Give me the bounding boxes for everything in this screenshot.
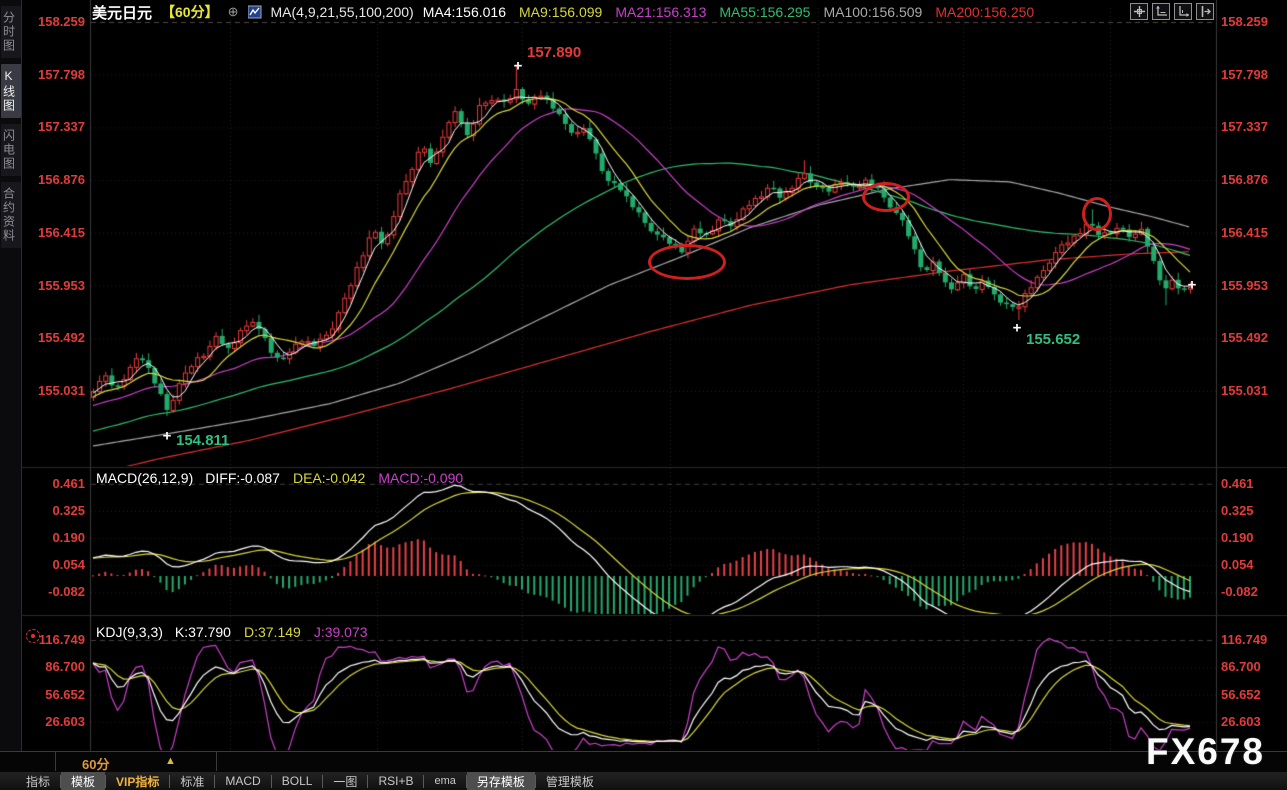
price-axis-label: 155.492 bbox=[27, 331, 85, 345]
sidebar-item-1[interactable]: K线图 bbox=[1, 64, 21, 118]
extreme-price-label: 157.890 bbox=[527, 44, 581, 61]
sidebar-item-0[interactable]: 分时图 bbox=[1, 6, 21, 58]
price-axis-label: 157.798 bbox=[27, 68, 85, 82]
price-axis-label: 0.190 bbox=[27, 531, 85, 545]
price-axis-label: 0.325 bbox=[1221, 504, 1254, 518]
kdj-indicator-label: KDJ(9,3,3) bbox=[96, 624, 163, 640]
ma-value-label: MA100:156.509 bbox=[823, 4, 922, 20]
kdj-value-label: J:39.073 bbox=[314, 624, 368, 640]
price-axis-label: 156.876 bbox=[1221, 173, 1268, 187]
tab-manage-template[interactable]: 管理模板 bbox=[536, 772, 604, 790]
crosshair-marker: + bbox=[1188, 278, 1197, 293]
price-axis-label: 86.700 bbox=[1221, 660, 1261, 674]
ma-value-label: MA9:156.099 bbox=[519, 4, 602, 20]
ma-values-group: MA4:156.016 MA9:156.099 MA21:156.313 MA55:1… bbox=[423, 4, 1034, 20]
price-axis-label: 26.603 bbox=[1221, 715, 1261, 729]
price-axis-label: 157.337 bbox=[1221, 120, 1268, 134]
tab-one-chart[interactable]: 一图 bbox=[323, 772, 367, 790]
price-axis-label: 56.652 bbox=[1221, 688, 1261, 702]
price-axis-label: 155.953 bbox=[27, 279, 85, 293]
crosshair-marker: + bbox=[514, 59, 523, 74]
chart-tool-icons bbox=[1130, 3, 1214, 20]
exit-restore-icon[interactable] bbox=[1196, 3, 1214, 20]
fx678-watermark: FX678 bbox=[1146, 731, 1265, 773]
ma-value-label: MA200:156.250 bbox=[935, 4, 1034, 20]
price-axis-label: 155.953 bbox=[1221, 279, 1268, 293]
period-up-triangle-icon[interactable]: ▲ bbox=[165, 755, 176, 767]
price-axis-label: 0.054 bbox=[1221, 558, 1254, 572]
crosshair-marker: + bbox=[163, 429, 172, 444]
price-axis-label: 157.798 bbox=[1221, 68, 1268, 82]
kdj-value-label: K:37.790 bbox=[175, 624, 231, 640]
ma-settings-label: MA(4,9,21,55,100,200) bbox=[271, 4, 414, 20]
tab-boll[interactable]: BOLL bbox=[272, 773, 323, 789]
settings-circle-icon[interactable]: ⊕ bbox=[228, 4, 239, 20]
macd-value-label: DIFF:-0.087 bbox=[205, 470, 280, 486]
extreme-price-label: 154.811 bbox=[176, 432, 229, 449]
tab-ema[interactable]: ema bbox=[424, 774, 465, 788]
ma-value-label: MA55:156.295 bbox=[719, 4, 810, 20]
macd-value-label: MACD:-0.090 bbox=[378, 470, 463, 486]
highlight-ellipse-annotation bbox=[1082, 197, 1112, 231]
price-axis-label: 158.259 bbox=[27, 15, 85, 29]
x-axis-zoom-icon[interactable] bbox=[1174, 3, 1192, 20]
macd-value-label: DEA:-0.042 bbox=[293, 470, 365, 486]
price-axis-label: -0.082 bbox=[27, 585, 85, 599]
price-axis-label: 155.031 bbox=[1221, 384, 1268, 398]
price-chart-canvas[interactable] bbox=[0, 0, 1287, 790]
macd-indicator-label: MACD(26,12,9) bbox=[96, 470, 193, 486]
ma-value-label: MA21:156.313 bbox=[615, 4, 706, 20]
tab-vip-indicators[interactable]: VIP指标 bbox=[106, 772, 169, 790]
crosshair-marker: + bbox=[1013, 321, 1022, 336]
tab-template[interactable]: 模板 bbox=[61, 772, 105, 790]
chart-application: 分时图 K线图闪电图合约资料 美元日元 【60分】 ⊕ MA(4,9,21,55,… bbox=[0, 0, 1287, 790]
period-badge: 【60分】 bbox=[161, 2, 219, 22]
price-axis-label: 56.652 bbox=[27, 688, 85, 702]
mini-chart-icon bbox=[248, 5, 262, 19]
chart-header: 美元日元 【60分】 ⊕ MA(4,9,21,55,100,200) MA4:1… bbox=[92, 3, 1034, 21]
price-axis-label: 157.337 bbox=[27, 120, 85, 134]
crosshair-move-icon[interactable] bbox=[1130, 3, 1148, 20]
chart-type-sidebar: 分时图 K线图闪电图合约资料 bbox=[0, 0, 22, 760]
divider bbox=[55, 751, 56, 771]
price-axis-label: 116.749 bbox=[1221, 633, 1267, 647]
tab-standard[interactable]: 标准 bbox=[170, 772, 214, 790]
price-axis-label: 0.190 bbox=[1221, 531, 1254, 545]
price-axis-label: 0.054 bbox=[27, 558, 85, 572]
symbol-title: 美元日元 bbox=[92, 2, 152, 23]
tab-save-template[interactable]: 另存模板 bbox=[467, 772, 535, 790]
highlight-ellipse-annotation bbox=[648, 244, 726, 280]
current-period-label[interactable]: 60分 bbox=[82, 754, 109, 773]
divider bbox=[216, 751, 217, 771]
macd-panel-header: MACD(26,12,9) DIFF:-0.087 DEA:-0.042 MACD:… bbox=[96, 470, 463, 486]
price-axis-label: 158.259 bbox=[1221, 15, 1268, 29]
price-axis-label: 156.415 bbox=[1221, 226, 1268, 240]
price-axis-label: 155.031 bbox=[27, 384, 85, 398]
tab-macd[interactable]: MACD bbox=[215, 773, 270, 789]
price-axis-label: 156.415 bbox=[27, 226, 85, 240]
date-axis-row bbox=[0, 751, 1287, 773]
price-axis-label: 155.492 bbox=[1221, 331, 1268, 345]
kdj-panel-header: KDJ(9,3,3) K:37.790 D:37.149 J:39.073 bbox=[96, 624, 368, 640]
bottom-toolbar: 指标模板VIP指标标准MACDBOLL一图RSI+Bema另存模板管理模板 bbox=[0, 772, 1287, 790]
price-axis-label: 26.603 bbox=[27, 715, 85, 729]
sidebar-item-2[interactable]: 闪电图 bbox=[1, 124, 21, 176]
kdj-value-label: D:37.149 bbox=[244, 624, 301, 640]
price-axis-label: -0.082 bbox=[1221, 585, 1258, 599]
price-axis-label: 86.700 bbox=[27, 660, 85, 674]
price-axis-label: 0.325 bbox=[27, 504, 85, 518]
ma-value-label: MA4:156.016 bbox=[423, 4, 506, 20]
sidebar-item-3[interactable]: 合约资料 bbox=[1, 182, 21, 248]
price-axis-label: 156.876 bbox=[27, 173, 85, 187]
tab-indicators[interactable]: 指标 bbox=[16, 772, 60, 790]
kdj-values-group: K:37.790 D:37.149 J:39.073 bbox=[175, 624, 368, 640]
tab-rsi-b[interactable]: RSI+B bbox=[368, 773, 423, 789]
price-axis-label: 0.461 bbox=[1221, 477, 1254, 491]
macd-values-group: DIFF:-0.087 DEA:-0.042 MACD:-0.090 bbox=[205, 470, 463, 486]
extreme-price-label: 155.652 bbox=[1026, 331, 1080, 348]
highlight-ellipse-annotation bbox=[862, 182, 910, 212]
y-axis-zoom-icon[interactable] bbox=[1152, 3, 1170, 20]
price-axis-label: 0.461 bbox=[27, 477, 85, 491]
drawing-anchor-icon[interactable] bbox=[26, 629, 40, 643]
